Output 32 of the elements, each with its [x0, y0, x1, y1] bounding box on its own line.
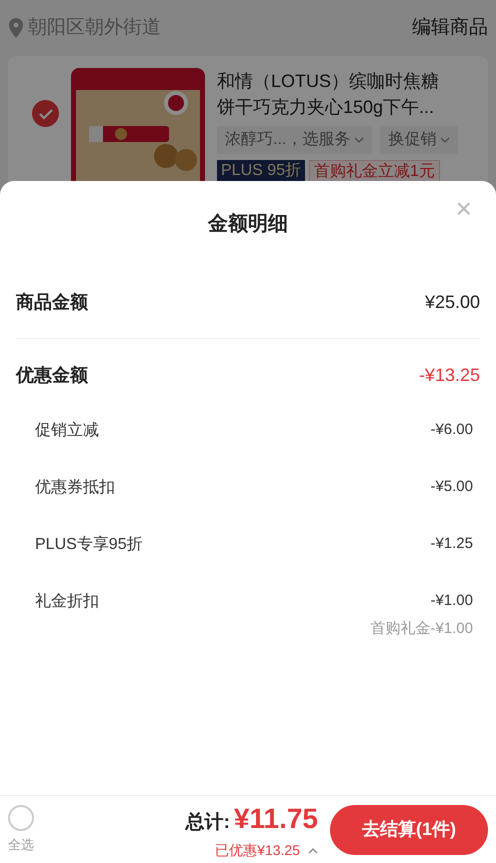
checkout-button[interactable]: 去结算(1件): [330, 804, 488, 854]
item-checkbox[interactable]: [32, 100, 59, 127]
amount-label: 促销立减: [35, 420, 99, 441]
amount-label: 礼金折扣: [35, 592, 99, 612]
chevron-down-icon: [354, 137, 364, 143]
check-icon: [38, 108, 52, 120]
amount-label: PLUS专享95折: [35, 534, 143, 555]
amount-value: -¥6.00: [430, 420, 473, 440]
saved-amount[interactable]: 已优惠¥13.25: [215, 840, 300, 861]
amount-note: 首购礼金-¥1.00: [369, 619, 473, 639]
select-all-checkbox[interactable]: [8, 804, 34, 831]
amount-label: 商品金额: [16, 291, 88, 314]
product-title[interactable]: 和情（LOTUS）缤咖时焦糖饼干巧克力夹心150g下午...: [217, 68, 449, 120]
amount-value: -¥13.25: [418, 364, 480, 386]
spec-selector[interactable]: 浓醇巧...，选服务: [217, 126, 372, 154]
amount-value: -¥5.00: [430, 477, 473, 497]
amount-label: 优惠金额: [16, 364, 88, 386]
chevron-down-icon: [440, 137, 450, 143]
select-all-label[interactable]: 全选: [8, 834, 34, 854]
amount-value: ¥25.00: [424, 291, 480, 314]
amount-label: 优惠券抵扣: [35, 478, 115, 498]
amount-value: -¥1.00: [430, 591, 473, 611]
location-pin-icon: [8, 18, 24, 38]
amount-value: -¥1.25: [430, 534, 473, 554]
sheet-title: 金额明细: [208, 212, 288, 237]
total-label: 总计:: [186, 810, 230, 835]
close-button[interactable]: ×: [456, 195, 472, 223]
total-price: ¥11.75: [234, 802, 318, 836]
chevron-up-icon: [308, 848, 318, 854]
location-text[interactable]: 朝阳区朝外街道: [28, 14, 161, 42]
edit-button[interactable]: 编辑商品: [412, 14, 488, 42]
promo-selector[interactable]: 换促销: [380, 126, 458, 154]
